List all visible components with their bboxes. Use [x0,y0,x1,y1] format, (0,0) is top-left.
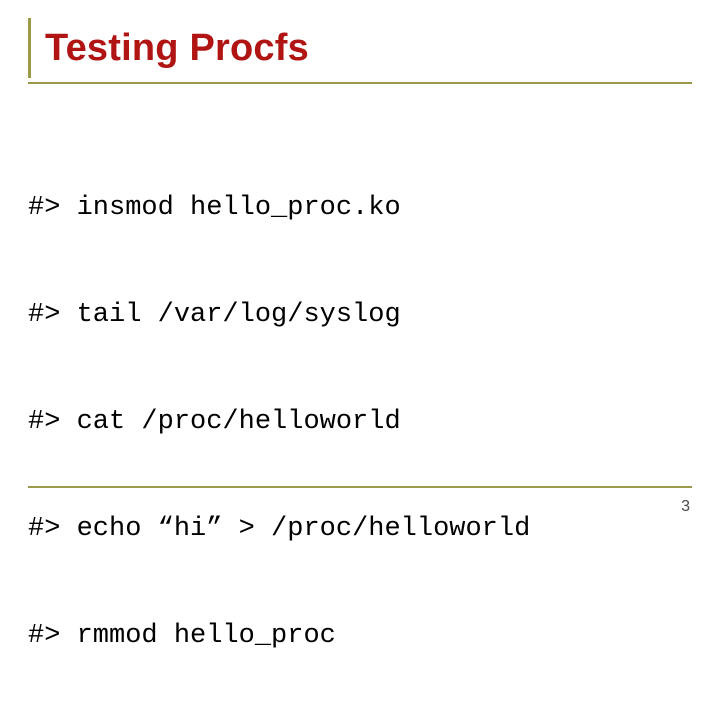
code-line: #> insmod hello_proc.ko [28,191,692,227]
code-line: #> rmmod hello_proc [28,619,692,655]
slide-title: Testing Procfs [45,27,309,70]
page-number: 3 [681,498,690,516]
title-underline [28,82,692,84]
code-line: #> tail /var/log/syslog [28,298,692,334]
code-line: #> cat /proc/helloworld [28,405,692,441]
footer-rule [28,486,692,488]
code-block: #> insmod hello_proc.ko #> tail /var/log… [28,120,692,726]
title-container: Testing Procfs [28,18,692,78]
code-line: #> echo “hi” > /proc/helloworld [28,512,692,548]
slide: Testing Procfs #> insmod hello_proc.ko #… [0,0,720,540]
